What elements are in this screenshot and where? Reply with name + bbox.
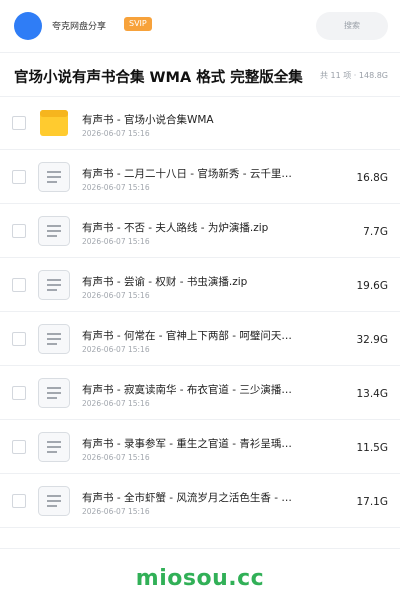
file-icon (38, 270, 70, 300)
file-row[interactable]: 有声书 - 二月二十八日 - 官场新秀 - 云千里… 2026-06-07 15:… (0, 150, 400, 204)
file-icon (38, 216, 70, 246)
file-name[interactable]: 有声书 - 不否 - 夫人路线 - 为炉演播.zip (82, 220, 300, 235)
row-checkbox[interactable] (12, 332, 26, 346)
file-icon (38, 324, 70, 354)
file-icon (38, 162, 70, 192)
file-name[interactable]: 有声书 - 何常在 - 官神上下两部 - 呵璧问天… (82, 328, 300, 343)
file-size: 11.5G (356, 442, 388, 454)
file-size: 32.9G (356, 334, 388, 346)
svip-badge: SVIP (124, 17, 152, 31)
file-date: 2026-06-07 15:16 (82, 237, 150, 246)
file-size: 7.7G (363, 226, 388, 238)
divider (0, 52, 400, 53)
row-checkbox[interactable] (12, 116, 26, 130)
file-size: 13.4G (356, 388, 388, 400)
file-date: 2026-06-07 15:16 (82, 453, 150, 462)
file-row[interactable]: 有声书 - 不否 - 夫人路线 - 为炉演播.zip 2026-06-07 15:… (0, 204, 400, 258)
search-input[interactable]: 搜索 (316, 12, 388, 40)
page-title: 官场小说有声书合集 WMA 格式 完整版全集 (14, 70, 303, 86)
top-bar: 夸克网盘分享 SVIP 搜索 (0, 0, 400, 52)
file-icon (38, 486, 70, 516)
file-size: 19.6G (356, 280, 388, 292)
row-checkbox[interactable] (12, 170, 26, 184)
file-name[interactable]: 有声书 - 二月二十八日 - 官场新秀 - 云千里… (82, 166, 300, 181)
file-size: 17.1G (356, 496, 388, 508)
file-icon (38, 432, 70, 462)
file-date: 2026-06-07 15:16 (82, 507, 150, 516)
row-checkbox[interactable] (12, 224, 26, 238)
file-date: 2026-06-07 15:16 (82, 399, 150, 408)
file-name[interactable]: 有声书 - 官场小说合集WMA (82, 112, 300, 127)
file-size: 16.8G (356, 172, 388, 184)
row-checkbox[interactable] (12, 440, 26, 454)
file-name[interactable]: 有声书 - 录事参军 - 重生之官道 - 青衫呈瑀… (82, 436, 300, 451)
share-name: 夸克网盘分享 (52, 22, 107, 32)
file-date: 2026-06-07 15:16 (82, 345, 150, 354)
file-date: 2026-06-07 15:16 (82, 183, 150, 192)
file-row[interactable]: 有声书 - 全市虾蟹 - 风流岁月之活色生香 - … 2026-06-07 15:… (0, 474, 400, 528)
row-checkbox[interactable] (12, 494, 26, 508)
file-date: 2026-06-07 15:16 (82, 291, 150, 300)
file-row[interactable]: 有声书 - 官场小说合集WMA 2026-06-07 15:16 (0, 96, 400, 150)
folder-icon (38, 108, 70, 138)
file-date: 2026-06-07 15:16 (82, 129, 150, 138)
file-row[interactable]: 有声书 - 尝谕 - 权财 - 书虫演播.zip 2026-06-07 15:16… (0, 258, 400, 312)
row-checkbox[interactable] (12, 386, 26, 400)
avatar[interactable] (14, 12, 42, 40)
row-checkbox[interactable] (12, 278, 26, 292)
brand-watermark: miosou.cc (135, 566, 265, 591)
file-row[interactable]: 有声书 - 录事参军 - 重生之官道 - 青衫呈瑀… 2026-06-07 15:… (0, 420, 400, 474)
file-row[interactable]: 有声书 - 何常在 - 官神上下两部 - 呵璧问天… 2026-06-07 15:… (0, 312, 400, 366)
file-row[interactable]: 有声书 - 寂寞读南华 - 布衣官道 - 三少演播… 2026-06-07 15:… (0, 366, 400, 420)
file-icon (38, 378, 70, 408)
file-name[interactable]: 有声书 - 尝谕 - 权财 - 书虫演播.zip (82, 274, 300, 289)
file-list: 有声书 - 官场小说合集WMA 2026-06-07 15:16 有声书 - 二月二… (0, 96, 400, 528)
file-count-meta: 共 11 项 · 148.8G (320, 71, 388, 80)
file-name[interactable]: 有声书 - 全市虾蟹 - 风流岁月之活色生香 - … (82, 490, 300, 505)
file-name[interactable]: 有声书 - 寂寞读南华 - 布衣官道 - 三少演播… (82, 382, 300, 397)
